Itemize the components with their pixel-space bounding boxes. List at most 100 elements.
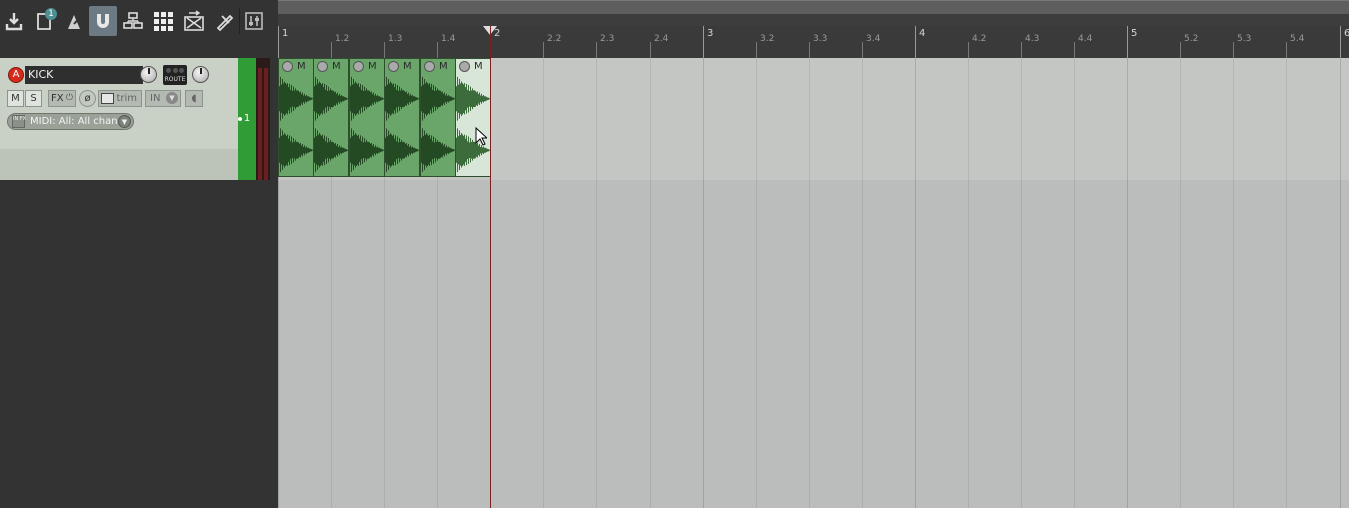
item-volume-knob[interactable]: [317, 60, 328, 72]
save-project-icon[interactable]: [0, 6, 28, 36]
media-item[interactable]: M: [313, 58, 349, 177]
chevron-down-icon: ▼: [118, 115, 131, 128]
ruler-beat-tick: [862, 42, 863, 58]
item-mute-button[interactable]: M: [474, 61, 483, 72]
route-button[interactable]: ROUTE: [163, 65, 187, 85]
track-vu-meter: [256, 58, 270, 180]
fx-bypass-icon[interactable]: ⏻: [66, 91, 73, 106]
ruler-beat-label: 3.4: [866, 34, 881, 44]
grid-line-bar: [1340, 58, 1341, 508]
ruler-beat-tick: [1233, 42, 1234, 58]
input-fx-icon[interactable]: IN FX: [12, 115, 26, 128]
media-item[interactable]: M: [349, 58, 385, 177]
ruler-beat-tick: [968, 42, 969, 58]
midi-input-select[interactable]: IN FX MIDI: All: All chann ▼: [7, 113, 134, 130]
project-tabs-icon[interactable]: 1: [30, 6, 58, 36]
routing-matrix-icon[interactable]: [119, 6, 147, 36]
ripple-edit-icon[interactable]: [180, 6, 208, 36]
grid-line-beat: [862, 58, 863, 508]
item-volume-knob[interactable]: [388, 60, 399, 72]
ruler-beat-label: 3.2: [760, 34, 775, 44]
ruler-bar-label: 6: [1344, 28, 1349, 39]
grid-line-beat: [1286, 58, 1287, 508]
ruler-bar-label: 5: [1131, 28, 1138, 39]
item-header: M: [350, 59, 384, 73]
waveform: [279, 76, 313, 173]
item-volume-knob[interactable]: [424, 60, 435, 72]
fx-button[interactable]: FX ⏻: [48, 90, 76, 107]
automation-mode-button[interactable]: trim: [98, 90, 142, 107]
item-volume-knob[interactable]: [459, 60, 470, 72]
item-header: M: [279, 59, 313, 73]
horizontal-scrollbar[interactable]: [278, 0, 1349, 14]
item-volume-knob[interactable]: [353, 60, 364, 72]
input-monitor-button[interactable]: IN ▼: [145, 90, 181, 107]
phase-invert-button[interactable]: ø: [79, 90, 96, 107]
daw-window: 1 A KICK ROUTE M S FX ⏻ ø trim IN ▼ ◖ IN…: [0, 0, 1349, 508]
ruler-beat-label: 5.2: [1184, 34, 1199, 44]
track-name-field[interactable]: KICK: [25, 66, 143, 84]
waveform: [456, 76, 490, 173]
item-header: M: [385, 59, 419, 73]
grid-line-beat: [543, 58, 544, 508]
item-mute-button[interactable]: M: [439, 61, 448, 72]
automation-mode-label: trim: [116, 93, 137, 104]
ruler-beat-tick: [1074, 42, 1075, 58]
midi-input-label: MIDI: All: All chann: [30, 116, 124, 127]
item-header: M: [314, 59, 348, 73]
ruler-beat-label: 3.3: [813, 34, 828, 44]
mute-button[interactable]: M: [7, 90, 24, 107]
waveform: [314, 76, 348, 173]
item-volume-knob[interactable]: [282, 60, 293, 72]
media-item[interactable]: M: [278, 58, 314, 177]
grid-icon[interactable]: [149, 6, 177, 36]
ruler-beat-tick: [1021, 42, 1022, 58]
media-item[interactable]: M: [455, 58, 491, 177]
ruler-beat-tick: [809, 42, 810, 58]
waveform: [350, 76, 384, 173]
monitor-speaker-button[interactable]: ◖: [185, 90, 203, 107]
ruler-bar-tick: [915, 26, 916, 58]
grid-line-beat: [1233, 58, 1234, 508]
item-mute-button[interactable]: M: [332, 61, 341, 72]
media-item[interactable]: M: [384, 58, 420, 177]
grid-line-beat: [809, 58, 810, 508]
media-item[interactable]: M: [420, 58, 456, 177]
item-properties-icon[interactable]: [210, 6, 238, 36]
ruler-beat-label: 1.2: [335, 34, 350, 44]
ruler-beat-label: 4.4: [1078, 34, 1093, 44]
volume-knob[interactable]: [140, 66, 157, 83]
item-mute-button[interactable]: M: [368, 61, 377, 72]
ruler-bar-label: 1: [282, 28, 289, 39]
empty-track-area[interactable]: [278, 180, 1349, 508]
ruler-beat-label: 2.4: [654, 34, 669, 44]
input-monitor-label: IN: [150, 93, 161, 104]
pan-knob[interactable]: [192, 66, 209, 83]
grid-line-bar: [1127, 58, 1128, 508]
ruler-beat-label: 1.4: [441, 34, 456, 44]
waveform: [385, 76, 419, 173]
mouse-pointer-icon: [475, 127, 487, 146]
record-arm-button[interactable]: A: [8, 67, 24, 83]
track-number-strip[interactable]: 1: [238, 58, 256, 180]
ruler-bar-tick: [1127, 26, 1128, 58]
item-mute-button[interactable]: M: [297, 61, 306, 72]
track-control-panel: A KICK ROUTE M S FX ⏻ ø trim IN ▼ ◖ IN F…: [0, 58, 238, 180]
metronome-icon[interactable]: [60, 6, 88, 36]
ruler-beat-tick: [437, 42, 438, 58]
item-mute-button[interactable]: M: [403, 61, 412, 72]
track-number: 1: [243, 113, 251, 124]
chevron-down-icon: ▼: [166, 92, 178, 104]
solo-button[interactable]: S: [25, 90, 42, 107]
grid-line-bar: [915, 58, 916, 508]
grid-line-beat: [1021, 58, 1022, 508]
snap-magnet-icon[interactable]: [89, 6, 117, 36]
ruler-beat-label: 4.2: [972, 34, 987, 44]
edit-cursor-line: [490, 26, 491, 508]
ruler-region-lane[interactable]: [278, 14, 1349, 26]
mixer-icon[interactable]: [240, 6, 268, 36]
ruler-bar-label: 3: [707, 28, 714, 39]
timeline-ruler[interactable]: 1 2 3 4 5 6 1.2 1.3 1.4 2.2 2.3 2.4 3.2 3.3 3.4 4.2 4.3 4…: [278, 26, 1349, 58]
grid-line-beat: [1180, 58, 1181, 508]
arrange-view[interactable]: 1 2 3 4 5 6 1.2 1.3 1.4 2.2 2.3 2.4 3.2 3.3 3.4 4.2 4.3 4…: [278, 0, 1349, 508]
